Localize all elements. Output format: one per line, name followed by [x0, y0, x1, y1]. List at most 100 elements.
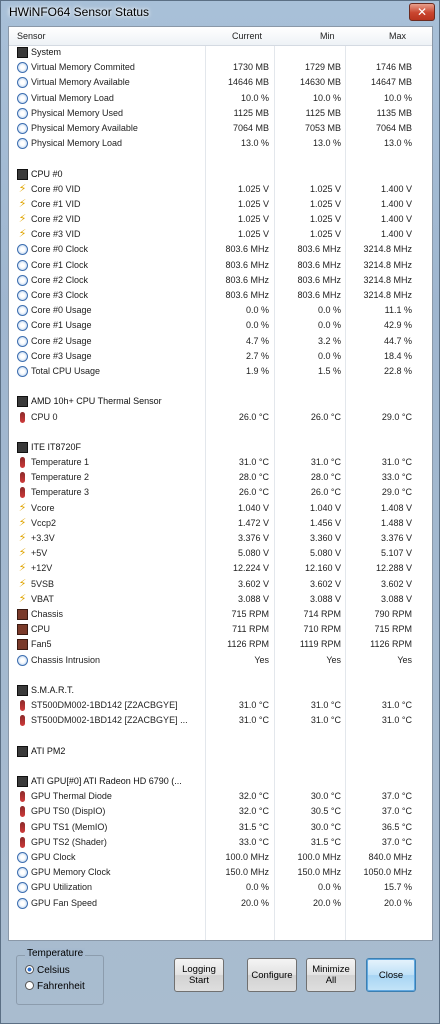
sensor-row[interactable]: GPU Fan Speed 20.0 % 20.0 % 20.0 %: [9, 896, 432, 911]
sensor-row[interactable]: Virtual Memory Commited 1730 MB 1729 MB 174…: [9, 60, 432, 75]
minimize-all-button[interactable]: Minimize All: [306, 958, 356, 992]
sensor-row[interactable]: Core #3 Usage 2.7 % 0.0 % 18.4 %: [9, 349, 432, 364]
sensor-row[interactable]: Core #2 Usage 4.7 % 3.2 % 44.7 %: [9, 334, 432, 349]
sensor-row[interactable]: CPU 0 26.0 °C 26.0 °C 29.0 °C: [9, 410, 432, 425]
sensor-row[interactable]: GPU TS1 (MemIO) 31.5 °C 30.0 °C 36.5 °C: [9, 820, 432, 835]
sensor-row[interactable]: Total CPU Usage 1.9 % 1.5 % 22.8 %: [9, 364, 432, 379]
sensor-row[interactable]: Core #0 Clock 803.6 MHz 803.6 MHz 3214.8 MH…: [9, 242, 432, 257]
sensor-row[interactable]: Physical Memory Available 7064 MB 7053 MB 7…: [9, 121, 432, 136]
sensor-group-row[interactable]: S.M.A.R.T.: [9, 683, 432, 698]
current-value: 20.0 %: [240, 897, 269, 908]
sensor-row[interactable]: ST500DM002-1BD142 [Z2ACBGYE] 31.0 °C 31.0 …: [9, 698, 432, 713]
current-value: 12.224 V: [232, 563, 269, 574]
sensor-name: Virtual Memory Available: [31, 77, 130, 88]
sensor-row[interactable]: Temperature 2 28.0 °C 28.0 °C 33.0 °C: [9, 470, 432, 485]
sensor-row[interactable]: Core #2 Clock 803.6 MHz 803.6 MHz 3214.8 MH…: [9, 273, 432, 288]
min-value: 30.0 °C: [310, 821, 341, 832]
sensor-group-row[interactable]: ATI PM2: [9, 744, 432, 759]
sensor-row[interactable]: Physical Memory Used 1125 MB 1125 MB 1135 M…: [9, 106, 432, 121]
sensor-row[interactable]: ⚡ +5V 5.080 V 5.080 V 5.107 V: [9, 546, 432, 561]
max-value: 3.376 V: [380, 533, 412, 543]
min-value: 714 RPM: [303, 608, 341, 619]
voltage-icon: ⚡: [18, 577, 27, 590]
sensor-group-row[interactable]: CPU #0: [9, 167, 432, 182]
sensor-name: GPU TS0 (DispIO): [31, 806, 106, 817]
min-value: 26.0 °C: [310, 411, 341, 422]
row-spacer: [9, 668, 432, 683]
header-max[interactable]: Max: [389, 31, 406, 41]
sensor-row[interactable]: Chassis Intrusion Yes Yes Yes: [9, 653, 432, 668]
sensor-row[interactable]: GPU TS0 (DispIO) 32.0 °C 30.5 °C 37.0 °C: [9, 804, 432, 819]
min-value: 5.080 V: [309, 548, 341, 559]
header-sensor[interactable]: Sensor: [17, 31, 46, 41]
sensor-row[interactable]: ⚡ Core #3 VID 1.025 V 1.025 V 1.400 V: [9, 227, 432, 242]
sensor-name: ST500DM002-1BD142 [Z2ACBGYE] ...: [31, 715, 188, 726]
min-value: 803.6 MHz: [297, 274, 341, 285]
sensor-name: 5VSB: [31, 578, 55, 589]
sensor-row[interactable]: ⚡ +3.3V 3.376 V 3.360 V 3.376 V: [9, 531, 432, 546]
sensor-row[interactable]: GPU Thermal Diode 32.0 °C 30.0 °C 37.0 °C: [9, 789, 432, 804]
max-value: 3214.8 MHz: [363, 290, 412, 300]
sensor-name: ATI GPU[#0] ATI Radeon HD 6790 (...: [31, 776, 182, 786]
sensor-name: GPU TS2 (Shader): [31, 836, 107, 847]
sensor-row[interactable]: CPU 711 RPM 710 RPM 715 RPM: [9, 622, 432, 637]
header-min[interactable]: Min: [320, 31, 335, 41]
voltage-icon: ⚡: [18, 197, 27, 210]
sensor-row[interactable]: ⚡ Core #2 VID 1.025 V 1.025 V 1.400 V: [9, 212, 432, 227]
configure-button[interactable]: Configure: [247, 958, 297, 992]
sensor-row[interactable]: ⚡ +12V 12.224 V 12.160 V 12.288 V: [9, 561, 432, 576]
sensor-row[interactable]: Virtual Memory Load 10.0 % 10.0 % 10.0 %: [9, 91, 432, 106]
sensor-group-row[interactable]: AMD 10h+ CPU Thermal Sensor: [9, 394, 432, 409]
window-close-icon[interactable]: ✕: [409, 3, 435, 21]
sensor-row[interactable]: ⚡ VBAT 3.088 V 3.088 V 3.088 V: [9, 592, 432, 607]
sensor-row[interactable]: Temperature 1 31.0 °C 31.0 °C 31.0 °C: [9, 455, 432, 470]
title-bar[interactable]: HWiNFO64 Sensor Status ✕: [1, 1, 440, 25]
sensor-row[interactable]: ⚡ Core #1 VID 1.025 V 1.025 V 1.400 V: [9, 197, 432, 212]
logging-start-button[interactable]: Logging Start: [174, 958, 224, 992]
sensor-row[interactable]: Temperature 3 26.0 °C 26.0 °C 29.0 °C: [9, 485, 432, 500]
sensor-row[interactable]: Core #1 Usage 0.0 % 0.0 % 42.9 %: [9, 318, 432, 333]
max-value: 29.0 °C: [381, 487, 412, 498]
celsius-radio[interactable]: Celsius: [25, 965, 70, 976]
sensor-group-row[interactable]: ITE IT8720F: [9, 440, 432, 455]
sensor-row[interactable]: Chassis 715 RPM 714 RPM 790 RPM: [9, 607, 432, 622]
max-value: 22.8 %: [383, 365, 412, 376]
sensor-row[interactable]: GPU Clock 100.0 MHz 100.0 MHz 840.0 MHz: [9, 850, 432, 865]
sensor-row[interactable]: Core #3 Clock 803.6 MHz 803.6 MHz 3214.8 MH…: [9, 288, 432, 303]
current-value: 0.0 %: [245, 320, 269, 331]
sensor-row[interactable]: ⚡ Vccp2 1.472 V 1.456 V 1.488 V: [9, 516, 432, 531]
sensor-name: Temperature 1: [31, 457, 90, 468]
min-value: 0.0 %: [317, 320, 341, 331]
thermometer-icon: [20, 791, 25, 803]
gauge-icon: [17, 107, 28, 119]
sensor-row[interactable]: Core #0 Usage 0.0 % 0.0 % 11.1 %: [9, 303, 432, 318]
sensor-row[interactable]: GPU Utilization 0.0 % 0.0 % 15.7 %: [9, 880, 432, 895]
current-value: 10.0 %: [240, 92, 269, 103]
sensor-group-row[interactable]: System: [9, 45, 432, 60]
close-button[interactable]: Close: [366, 958, 416, 992]
header-current[interactable]: Current: [232, 31, 262, 41]
sensor-row[interactable]: ⚡ 5VSB 3.602 V 3.602 V 3.602 V: [9, 577, 432, 592]
sensor-status-window: HWiNFO64 Sensor Status ✕ Sensor Current …: [0, 0, 440, 1024]
window-title: HWiNFO64 Sensor Status: [9, 5, 150, 19]
fahrenheit-radio[interactable]: Fahrenheit: [25, 981, 85, 992]
sensor-row[interactable]: ST500DM002-1BD142 [Z2ACBGYE] ... 31.0 °C 3…: [9, 713, 432, 728]
sensor-row[interactable]: GPU Memory Clock 150.0 MHz 150.0 MHz 1050.0…: [9, 865, 432, 880]
sensor-name: Core #1 VID: [31, 198, 81, 209]
sensor-name: Core #3 Clock: [31, 290, 89, 300]
sensor-rows: System Virtual Memory Commited 1730 MB 1729…: [9, 45, 432, 911]
sensor-row[interactable]: GPU TS2 (Shader) 33.0 °C 31.5 °C 37.0 °C: [9, 835, 432, 850]
thermometer-icon: [20, 487, 25, 499]
min-value: 803.6 MHz: [297, 259, 341, 270]
min-value: 3.360 V: [309, 533, 341, 543]
sensor-name: Total CPU Usage: [31, 365, 101, 376]
sensor-row[interactable]: ⚡ Core #0 VID 1.025 V 1.025 V 1.400 V: [9, 182, 432, 197]
max-value: 1.400 V: [380, 214, 412, 225]
sensor-row[interactable]: Physical Memory Load 13.0 % 13.0 % 13.0 %: [9, 136, 432, 151]
sensor-row[interactable]: Fan5 1126 RPM 1119 RPM 1126 RPM: [9, 637, 432, 652]
sensor-row[interactable]: Virtual Memory Available 14646 MB 14630 MB…: [9, 75, 432, 90]
min-value: 710 RPM: [303, 624, 341, 635]
sensor-row[interactable]: Core #1 Clock 803.6 MHz 803.6 MHz 3214.8 MH…: [9, 258, 432, 273]
sensor-group-row[interactable]: ATI GPU[#0] ATI Radeon HD 6790 (...: [9, 774, 432, 789]
sensor-row[interactable]: ⚡ Vcore 1.040 V 1.040 V 1.408 V: [9, 501, 432, 516]
